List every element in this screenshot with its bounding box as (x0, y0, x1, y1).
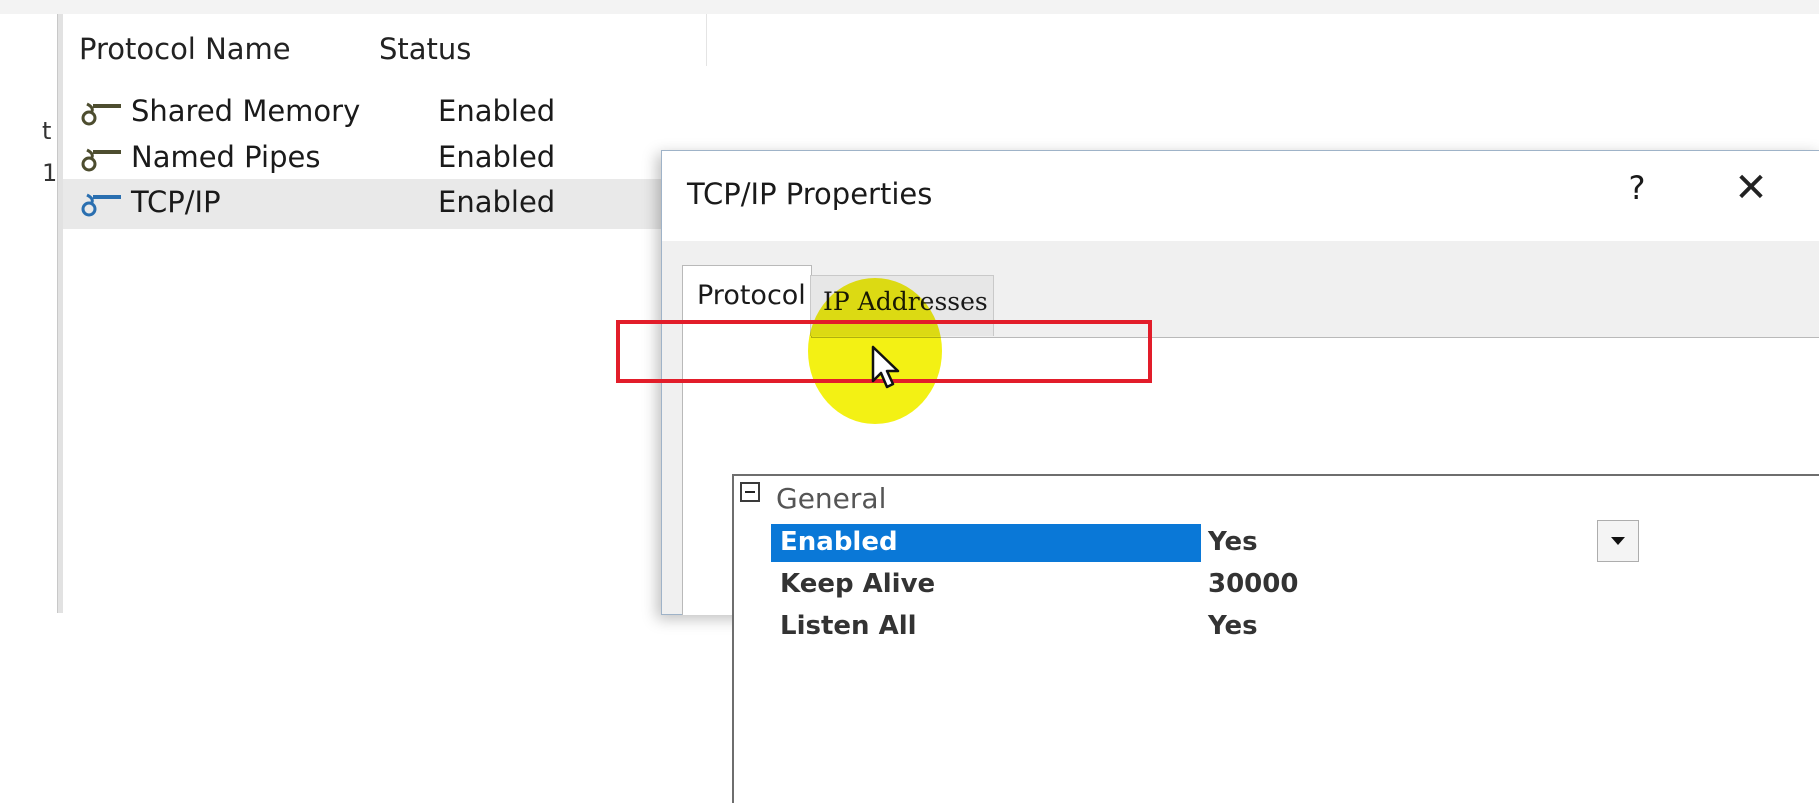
list-row-shared-memory[interactable]: Shared Memory Enabled (63, 88, 663, 138)
property-category-general: General (776, 482, 887, 515)
property-name-keep-alive[interactable]: Keep Alive (780, 569, 935, 599)
dialog-title: TCP/IP Properties (687, 177, 933, 211)
tree-item-fragment: 1 (42, 159, 58, 187)
console-tree-pane: t 1 (0, 14, 57, 613)
column-header-protocol-name[interactable]: Protocol Name (79, 32, 291, 66)
property-value-enabled[interactable]: Yes (1208, 527, 1258, 557)
window-top-bar (0, 0, 1819, 15)
protocol-status: Enabled (438, 185, 556, 219)
chevron-down-icon[interactable] (1597, 520, 1639, 562)
property-name-listen-all[interactable]: Listen All (780, 611, 917, 641)
mouse-pointer-icon (871, 345, 900, 389)
protocol-status: Enabled (438, 94, 556, 128)
column-separator[interactable] (706, 14, 707, 66)
list-row-tcp-ip[interactable]: TCP/IP Enabled (63, 179, 663, 229)
list-row-named-pipes[interactable]: Named Pipes Enabled (63, 134, 663, 184)
protocol-status: Enabled (438, 140, 556, 174)
close-icon[interactable]: ✕ (1726, 165, 1776, 211)
help-button[interactable]: ? (1617, 169, 1657, 207)
protocol-name: Shared Memory (131, 94, 361, 128)
dialog-title-bar[interactable]: TCP/IP Properties ? ✕ (662, 151, 1819, 241)
column-header-status[interactable]: Status (379, 32, 471, 66)
property-value-keep-alive[interactable]: 30000 (1208, 569, 1298, 599)
protocol-icon (81, 102, 121, 126)
tree-item-fragment: t (42, 117, 52, 145)
protocol-icon (81, 148, 121, 172)
property-name-enabled[interactable]: Enabled (780, 527, 898, 557)
protocol-name: Named Pipes (131, 140, 321, 174)
property-value-listen-all[interactable]: Yes (1208, 611, 1258, 641)
collapse-icon[interactable] (740, 482, 760, 502)
tab-label: Protocol (697, 280, 806, 311)
protocol-icon-blue (81, 193, 121, 217)
protocol-name: TCP/IP (131, 185, 221, 219)
property-grid: General Enabled Yes Keep Alive 30000 Lis… (732, 474, 1819, 803)
